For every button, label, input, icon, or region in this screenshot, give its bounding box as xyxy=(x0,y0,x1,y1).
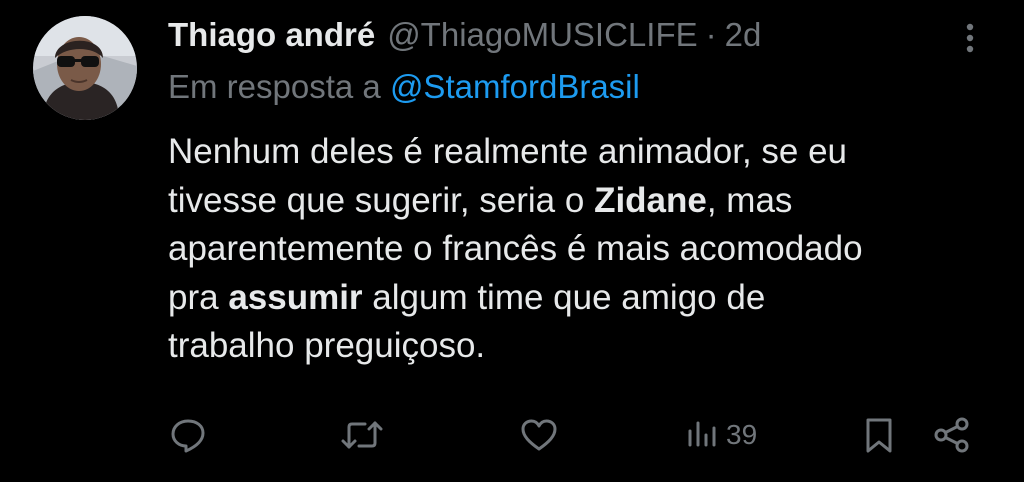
tweet-text-line: Nenhum deles é realmente animador, se eu xyxy=(168,132,848,171)
views-count: 39 xyxy=(726,419,758,450)
views-icon xyxy=(688,421,716,447)
tweet-header: Thiago andré @ThiagoMUSICLIFE · 2d xyxy=(168,12,761,58)
reply-prefix: Em resposta a xyxy=(168,68,381,105)
reply-icon xyxy=(171,419,205,453)
tweet-text: Nenhum deles é realmente animador, se eu… xyxy=(168,128,1003,371)
retweet-button[interactable] xyxy=(340,410,384,460)
more-options-icon[interactable] xyxy=(955,20,985,56)
avatar[interactable] xyxy=(33,16,137,120)
bold-word: assumir xyxy=(228,277,363,317)
header-separator: · xyxy=(705,16,717,53)
like-button[interactable] xyxy=(519,410,559,460)
reply-button[interactable] xyxy=(168,410,208,460)
bookmark-button[interactable] xyxy=(862,410,896,460)
share-button[interactable] xyxy=(932,410,972,460)
tweet-text-line: tivesse que sugerir, seria o Zidane, mas xyxy=(168,180,793,220)
share-icon xyxy=(934,417,969,453)
tweet-text-line: trabalho preguiçoso. xyxy=(168,326,486,365)
bold-word: Zidane xyxy=(594,180,707,220)
tweet-text-line: aparentemente o francês é mais acomodado xyxy=(168,229,863,268)
tweet-timestamp[interactable]: 2d xyxy=(725,16,762,54)
author-handle[interactable]: @ThiagoMUSICLIFE xyxy=(387,16,697,54)
views-button[interactable]: 39 xyxy=(686,410,757,460)
tweet-text-line: pra assumir algum time que amigo de xyxy=(168,277,766,317)
bookmark-icon xyxy=(866,418,892,453)
tweet-actions: 39 xyxy=(0,410,1024,460)
retweet-icon xyxy=(341,421,383,449)
reply-mention-link[interactable]: @StamfordBrasil xyxy=(390,68,640,105)
reply-context: Em resposta a @StamfordBrasil xyxy=(168,68,640,106)
tweet[interactable]: Thiago andré @ThiagoMUSICLIFE · 2d Em re… xyxy=(0,0,1024,482)
like-icon xyxy=(521,419,557,451)
author-name[interactable]: Thiago andré xyxy=(168,16,375,54)
